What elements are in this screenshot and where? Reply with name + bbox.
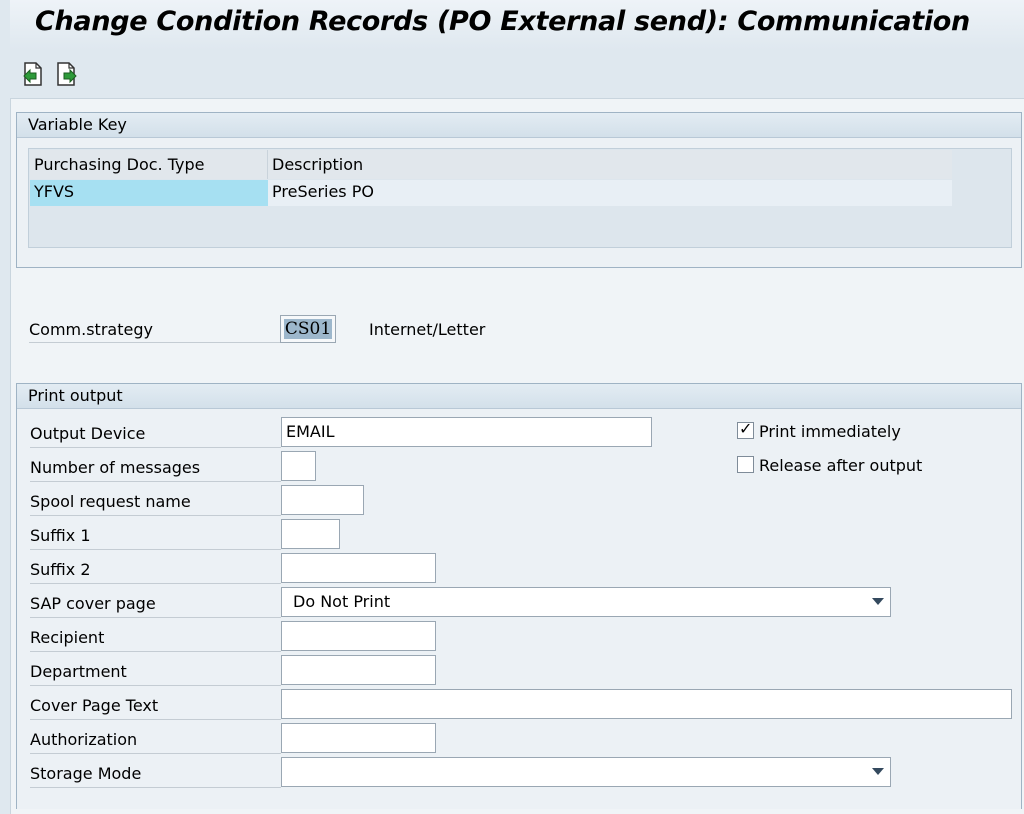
number-of-messages-label: Number of messages [30,451,281,482]
title-bar: Change Condition Records (PO External se… [10,0,1024,51]
department-label: Department [30,655,281,686]
number-of-messages-field[interactable] [281,451,316,481]
comm-strategy-label: Comm.strategy [29,313,280,343]
department-row: Department [17,655,1021,689]
print-output-group: Print output Output Device EMAIL Number … [16,383,1022,809]
sap-cover-page-label: SAP cover page [30,587,281,618]
print-immediately-checkbox[interactable]: ✓ [737,419,754,439]
content-area: Variable Key Purchasing Doc. Type Descri… [10,99,1024,814]
cover-page-text-field[interactable] [281,689,1012,719]
suffix2-label: Suffix 2 [30,553,281,584]
release-after-output-checkbox[interactable] [737,456,754,473]
column-header-description[interactable]: Description [268,150,952,179]
previous-document-button[interactable] [22,62,44,86]
output-device-field[interactable]: EMAIL [281,417,652,447]
storage-mode-row: Storage Mode [17,757,1021,791]
spool-request-name-field[interactable] [281,485,364,515]
next-document-icon [57,62,77,86]
recipient-field[interactable] [281,621,436,651]
sap-cover-page-dropdown[interactable]: Do Not Print [281,587,891,617]
authorization-label: Authorization [30,723,281,754]
previous-document-icon [23,62,42,86]
cover-page-text-label: Cover Page Text [30,689,281,720]
suffix1-label: Suffix 1 [30,519,281,550]
cover-page-text-row: Cover Page Text [17,689,1021,723]
release-after-output-label[interactable]: Release after output [759,451,922,480]
spool-request-name-row: Spool request name [17,485,1021,519]
cell-description[interactable]: PreSeries PO [268,180,952,206]
next-document-button[interactable] [55,62,77,86]
authorization-row: Authorization [17,723,1021,757]
recipient-label: Recipient [30,621,281,652]
comm-strategy-value: CS01 [283,319,333,339]
sap-cover-page-row: SAP cover page Do Not Print [17,587,1021,621]
department-field[interactable] [281,655,436,685]
chevron-down-icon[interactable] [872,768,884,775]
variable-key-header: Variable Key [17,113,1021,138]
column-header-doc-type[interactable]: Purchasing Doc. Type [30,150,268,179]
storage-mode-label: Storage Mode [30,757,281,788]
variable-key-group: Variable Key Purchasing Doc. Type Descri… [16,112,1022,268]
variable-key-table: Purchasing Doc. Type Description YFVS Pr… [28,148,1012,248]
application-toolbar [10,50,1024,99]
sap-cover-page-value: Do Not Print [293,592,391,611]
print-immediately-label[interactable]: Print immediately [759,417,901,446]
cell-doc-type[interactable]: YFVS [30,180,268,206]
output-device-label: Output Device [30,417,281,448]
page-title: Change Condition Records (PO External se… [35,6,970,37]
checkmark-icon: ✓ [739,419,753,438]
comm-strategy-field[interactable]: CS01 [280,315,336,343]
comm-strategy-description: Internet/Letter [369,320,486,339]
suffix2-row: Suffix 2 [17,553,1021,587]
chevron-down-icon[interactable] [872,598,884,605]
recipient-row: Recipient [17,621,1021,655]
suffix1-row: Suffix 1 [17,519,1021,553]
storage-mode-dropdown[interactable] [281,757,891,787]
authorization-field[interactable] [281,723,436,753]
suffix2-field[interactable] [281,553,436,583]
spool-request-name-label: Spool request name [30,485,281,516]
suffix1-field[interactable] [281,519,340,549]
print-output-header: Print output [17,384,1021,409]
